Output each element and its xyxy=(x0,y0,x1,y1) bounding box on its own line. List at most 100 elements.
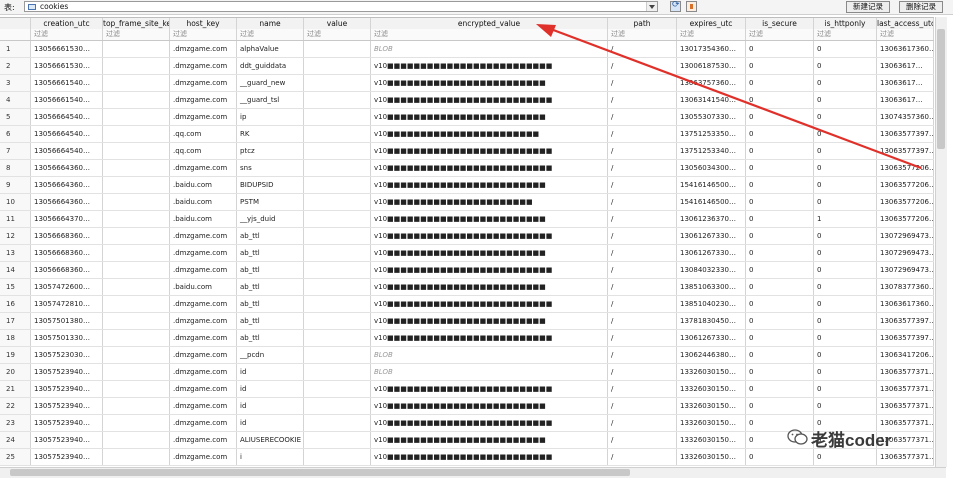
table-cell[interactable]: 13326030150… xyxy=(677,415,746,431)
table-cell[interactable]: id xyxy=(237,415,304,431)
table-cell[interactable] xyxy=(304,347,371,363)
table-cell[interactable]: 0 xyxy=(814,228,877,244)
table-cell[interactable]: / xyxy=(608,194,677,210)
table-cell[interactable]: v10■■■■■■■■■■■■■■■■■■■■■■■■ xyxy=(371,177,608,193)
table-row[interactable]: 12 13056668360… .dmzgame.com ab_ttl v10■■■■■… xyxy=(0,228,934,245)
table-cell[interactable]: v10■■■■■■■■■■■■■■■■■■■■■■■■■ xyxy=(371,415,608,431)
table-cell[interactable] xyxy=(304,381,371,397)
table-cell[interactable] xyxy=(103,211,170,227)
table-cell[interactable]: 13063577371… xyxy=(877,381,934,397)
table-cell[interactable]: PSTM xyxy=(237,194,304,210)
table-cell[interactable]: v10■■■■■■■■■■■■■■■■■■■■■■■■■ xyxy=(371,58,608,74)
table-cell[interactable]: 0 xyxy=(746,41,814,57)
table-cell[interactable] xyxy=(304,432,371,448)
table-row[interactable]: 25 13057523940… .dmzgame.com i v10■■■■■■■■■■… xyxy=(0,449,934,466)
table-cell[interactable]: 0 xyxy=(746,75,814,91)
table-cell[interactable]: 13057472810… xyxy=(31,296,103,312)
table-cell[interactable]: .dmzgame.com xyxy=(170,398,237,414)
table-cell[interactable]: 1 xyxy=(814,211,877,227)
table-cell[interactable]: ab_ttl xyxy=(237,245,304,261)
table-cell[interactable]: 13063577206… xyxy=(877,177,934,193)
table-cell[interactable]: 0 xyxy=(814,75,877,91)
table-cell[interactable]: .dmzgame.com xyxy=(170,347,237,363)
table-cell[interactable]: id xyxy=(237,398,304,414)
table-cell[interactable]: .dmzgame.com xyxy=(170,58,237,74)
table-cell[interactable]: ab_ttl xyxy=(237,262,304,278)
table-cell[interactable]: 0 xyxy=(746,58,814,74)
filter-input[interactable]: 过滤 xyxy=(31,29,103,40)
table-cell[interactable]: 0 xyxy=(814,398,877,414)
table-cell[interactable]: / xyxy=(608,432,677,448)
table-cell[interactable]: .dmzgame.com xyxy=(170,75,237,91)
table-cell[interactable]: BLOB xyxy=(371,347,608,363)
table-cell[interactable] xyxy=(103,347,170,363)
table-cell[interactable]: v10■■■■■■■■■■■■■■■■■■■■■■■■■ xyxy=(371,449,608,465)
table-cell[interactable]: v10■■■■■■■■■■■■■■■■■■■■■■■■■ xyxy=(371,296,608,312)
table-row[interactable]: 15 13057472600… .baidu.com ab_ttl v10■■■■■■■… xyxy=(0,279,934,296)
table-row[interactable]: 3 13056661540… .dmzgame.com __guard_new v10■… xyxy=(0,75,934,92)
table-cell[interactable]: .dmzgame.com xyxy=(170,109,237,125)
table-cell[interactable]: 13056664540… xyxy=(31,143,103,159)
delete-record-button[interactable]: 删除记录 xyxy=(899,1,943,13)
column-header[interactable]: is_secure xyxy=(746,18,814,29)
table-cell[interactable]: 13326030150… xyxy=(677,381,746,397)
table-cell[interactable]: 13063617… xyxy=(877,75,934,91)
table-cell[interactable]: 0 xyxy=(814,245,877,261)
table-cell[interactable]: 0 xyxy=(746,449,814,465)
horizontal-scrollbar[interactable] xyxy=(0,467,946,478)
table-cell[interactable]: v10■■■■■■■■■■■■■■■■■■■■■■■■ xyxy=(371,245,608,261)
table-cell[interactable]: 13063577371… xyxy=(877,449,934,465)
table-cell[interactable]: .baidu.com xyxy=(170,194,237,210)
filter-input[interactable] xyxy=(0,29,31,40)
horizontal-scrollbar-thumb[interactable] xyxy=(10,469,630,476)
table-cell[interactable] xyxy=(103,330,170,346)
table-cell[interactable]: v10■■■■■■■■■■■■■■■■■■■■■■■■■ xyxy=(371,92,608,108)
table-cell[interactable]: 13017354360… xyxy=(677,41,746,57)
column-header[interactable]: is_httponly xyxy=(814,18,877,29)
table-cell[interactable]: 0 xyxy=(746,398,814,414)
column-header[interactable]: path xyxy=(608,18,677,29)
table-cell[interactable] xyxy=(103,262,170,278)
table-cell[interactable] xyxy=(103,279,170,295)
table-cell[interactable]: v10■■■■■■■■■■■■■■■■■■■■■■■ xyxy=(371,126,608,142)
table-cell[interactable]: .dmzgame.com xyxy=(170,313,237,329)
table-cell[interactable]: BIDUPSID xyxy=(237,177,304,193)
table-cell[interactable]: 13063577371… xyxy=(877,364,934,380)
table-cell[interactable]: 0 xyxy=(746,177,814,193)
table-cell[interactable]: 13057523940… xyxy=(31,415,103,431)
table-cell[interactable]: ip xyxy=(237,109,304,125)
table-cell[interactable]: 13781830450… xyxy=(677,313,746,329)
table-cell[interactable] xyxy=(103,75,170,91)
table-cell[interactable]: RK xyxy=(237,126,304,142)
table-row[interactable]: 1 13056661530… .dmzgame.com alphaValue BLOB /… xyxy=(0,41,934,58)
table-cell[interactable]: alphaValue xyxy=(237,41,304,57)
table-cell[interactable] xyxy=(304,330,371,346)
table-cell[interactable]: .dmzgame.com xyxy=(170,41,237,57)
table-cell[interactable]: 13326030150… xyxy=(677,432,746,448)
filter-input[interactable]: 过滤 xyxy=(304,29,371,40)
new-record-button[interactable]: 新建记录 xyxy=(846,1,890,13)
table-cell[interactable]: 13056661540… xyxy=(31,92,103,108)
table-cell[interactable]: / xyxy=(608,228,677,244)
column-header[interactable]: host_key xyxy=(170,18,237,29)
table-cell[interactable]: 13074357360… xyxy=(877,109,934,125)
table-cell[interactable] xyxy=(304,313,371,329)
table-cell[interactable] xyxy=(103,143,170,159)
filter-input[interactable]: 过滤 xyxy=(814,29,877,40)
table-cell[interactable]: 13063617… xyxy=(877,58,934,74)
table-cell[interactable]: 0 xyxy=(746,330,814,346)
table-cell[interactable]: / xyxy=(608,296,677,312)
table-cell[interactable]: 0 xyxy=(746,92,814,108)
table-cell[interactable]: 13056664540… xyxy=(31,126,103,142)
table-cell[interactable] xyxy=(103,41,170,57)
table-cell[interactable]: 13056661540… xyxy=(31,75,103,91)
table-cell[interactable]: .dmzgame.com xyxy=(170,245,237,261)
table-cell[interactable]: 13063617360… xyxy=(877,296,934,312)
table-row[interactable]: 18 13057501330… .dmzgame.com ab_ttl v10■■■■■… xyxy=(0,330,934,347)
column-header[interactable]: value xyxy=(304,18,371,29)
table-cell[interactable] xyxy=(304,160,371,176)
table-cell[interactable]: 0 xyxy=(746,109,814,125)
table-cell[interactable] xyxy=(304,449,371,465)
table-cell[interactable]: 0 xyxy=(814,296,877,312)
table-cell[interactable] xyxy=(103,398,170,414)
